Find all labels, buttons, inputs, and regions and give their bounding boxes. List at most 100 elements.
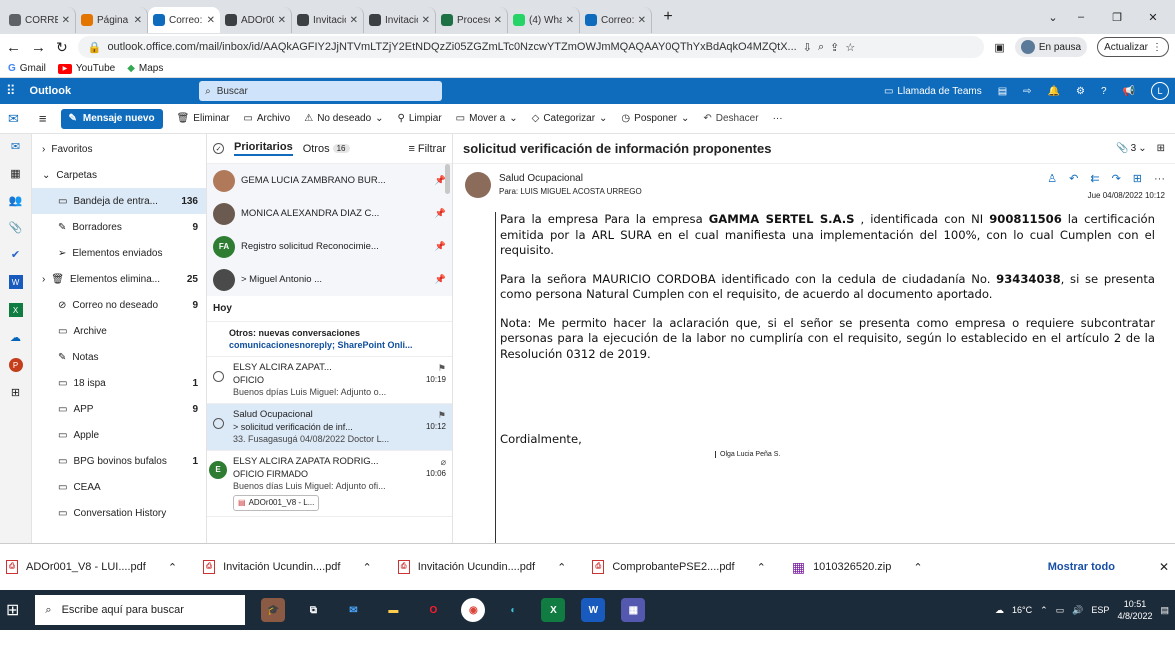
move-button[interactable]: ▭ Mover a ⌄: [456, 113, 518, 124]
message-item[interactable]: ELSY ALCIRA ZAPAT... ⚑ OFICIO 10:19 Buenos d…: [207, 357, 452, 404]
notification-bell-icon[interactable]: 🔔: [1048, 86, 1060, 97]
minimize-icon[interactable]: –: [1063, 11, 1099, 23]
more-actions-icon[interactable]: ···: [1154, 173, 1165, 185]
taskbar-search[interactable]: ⌕ Escribe aquí para buscar: [35, 595, 246, 625]
pinned-message[interactable]: > Miguel Antonio ... 📌: [207, 263, 452, 296]
bookmark-gmail[interactable]: G Gmail: [8, 63, 46, 74]
browser-tab[interactable]: Invitación ✕: [292, 7, 364, 33]
url-field[interactable]: 🔒 outlook.office.com/mail/inbox/id/AAQkA…: [77, 36, 985, 58]
hamburger-menu-icon[interactable]: ≡: [39, 111, 47, 126]
junk-button[interactable]: ⚠ No deseado ⌄: [304, 113, 383, 124]
sweep-button[interactable]: ⚲ Limpiar: [398, 113, 442, 124]
folder-item[interactable]: ▭ Archive: [32, 318, 206, 344]
folder-item[interactable]: ➢ Elementos enviados: [32, 240, 206, 266]
message-flag-icon[interactable]: ⚑: [438, 362, 446, 374]
bookmark-youtube[interactable]: ▶ YouTube: [57, 63, 115, 74]
people-icon[interactable]: 👥: [9, 194, 23, 207]
folder-item[interactable]: › 🗑 Elementos elimina... 25: [32, 266, 206, 292]
browser-tab[interactable]: Correo: Lu ✕: [580, 7, 652, 33]
tray-arrow-icon[interactable]: ⌃: [1040, 605, 1048, 616]
search-box[interactable]: ⌕ Buscar: [199, 81, 443, 101]
download-item[interactable]: ▦ 1010326520.zip ⌃: [792, 559, 923, 576]
new-tab-icon[interactable]: +: [656, 8, 680, 26]
close-tab-icon[interactable]: ✕: [422, 15, 430, 26]
word-taskbar-icon[interactable]: W: [581, 598, 606, 622]
share-icon[interactable]: ⇪: [830, 41, 839, 54]
tab-focused[interactable]: Prioritarios: [234, 141, 293, 156]
onedrive-icon[interactable]: ☁: [10, 331, 21, 344]
apps-icon[interactable]: ⊞: [11, 386, 20, 399]
close-downloads-icon[interactable]: ✕: [1159, 560, 1169, 574]
apps-grid-icon[interactable]: ⊞: [1133, 172, 1142, 185]
download-item[interactable]: ⎙ ADOr001_V8 - LUI....pdf ⌃: [6, 560, 177, 574]
browser-tab[interactable]: Página pri ✕: [76, 7, 148, 33]
browser-tab[interactable]: CORREO II ✕: [4, 7, 76, 33]
tab-other[interactable]: Otros 16: [303, 143, 350, 155]
folder-item[interactable]: ▭ 18 ispa 1: [32, 370, 206, 396]
message-list-scrollbar[interactable]: [445, 164, 450, 194]
folder-item[interactable]: ▭ APP 9: [32, 396, 206, 422]
undo-button[interactable]: ↶ Deshacer: [703, 113, 758, 124]
chevron-right-icon[interactable]: ›: [42, 274, 45, 285]
notifications-icon[interactable]: ▤: [1160, 605, 1169, 616]
task-view-icon[interactable]: ⧉: [301, 598, 325, 622]
chevron-up-icon[interactable]: ⌃: [168, 561, 177, 574]
chevron-up-icon[interactable]: ⌃: [757, 561, 766, 574]
mail-app-icon[interactable]: ✉: [341, 598, 365, 622]
windows-start-icon[interactable]: ⊞: [6, 600, 19, 620]
opera-icon[interactable]: O: [421, 598, 445, 622]
maximize-icon[interactable]: ❐: [1099, 11, 1135, 24]
settings-gear-icon[interactable]: ⚙: [1076, 86, 1085, 97]
download-item[interactable]: ⎙ ComprobantePSE2....pdf ⌃: [592, 560, 766, 574]
excel-icon[interactable]: X: [8, 303, 23, 317]
excel-taskbar-icon[interactable]: X: [541, 598, 566, 622]
bookmark-maps[interactable]: ◆ Maps: [127, 63, 163, 74]
close-tab-icon[interactable]: ✕: [278, 15, 286, 26]
mail-icon[interactable]: ✉: [8, 111, 19, 127]
file-explorer-icon[interactable]: ▬: [381, 598, 405, 622]
folder-item[interactable]: ▭ Conversation History: [32, 500, 206, 526]
network-icon[interactable]: ▭: [1056, 605, 1065, 616]
select-all-icon[interactable]: ✓: [213, 143, 224, 154]
chevron-up-icon[interactable]: ⌃: [362, 561, 371, 574]
teams-taskbar-icon[interactable]: ▦: [621, 598, 646, 622]
close-tab-icon[interactable]: ✕: [207, 15, 215, 26]
outlook-brand[interactable]: Outlook: [30, 85, 72, 97]
word-icon[interactable]: W: [8, 275, 23, 289]
delete-button[interactable]: 🗑 Eliminar: [177, 113, 230, 124]
reload-icon[interactable]: ↻: [56, 39, 68, 56]
download-item[interactable]: ⎙ Invitación Ucundin....pdf ⌃: [203, 560, 372, 574]
chrome-icon[interactable]: ◉: [461, 598, 486, 622]
more-options-icon[interactable]: ···: [773, 113, 783, 124]
close-tab-icon[interactable]: ✕: [134, 15, 142, 26]
pinned-message[interactable]: GEMA LUCIA ZAMBRANO BUR... 📌: [207, 164, 452, 197]
pin-icon[interactable]: 📌: [435, 208, 446, 219]
select-circle[interactable]: [213, 418, 224, 429]
show-all-button[interactable]: Mostrar todo: [1048, 561, 1115, 573]
widgets-icon[interactable]: 🎓: [261, 598, 286, 622]
close-tab-icon[interactable]: ✕: [638, 15, 646, 26]
edge-icon[interactable]: ◐: [501, 598, 525, 622]
other-conversations-notice[interactable]: Otros: nuevas conversaciones comunicacio…: [207, 322, 452, 357]
weather-icon[interactable]: ☁: [995, 605, 1004, 616]
back-icon[interactable]: ←: [6, 39, 21, 56]
update-button[interactable]: Actualizar ⋮: [1097, 37, 1169, 57]
favorites-header[interactable]: › Favoritos: [32, 136, 206, 162]
onenote-icon[interactable]: ▤: [998, 86, 1007, 97]
close-window-icon[interactable]: ✕: [1135, 11, 1171, 24]
folder-item[interactable]: ✎ Notas: [32, 344, 206, 370]
download-item[interactable]: ⎙ Invitación Ucundin....pdf ⌃: [397, 560, 566, 574]
volume-icon[interactable]: 🔊: [1072, 605, 1083, 616]
popout-icon[interactable]: ⊞: [1157, 143, 1165, 154]
powerpoint-icon[interactable]: P: [8, 358, 23, 372]
mail-app-icon[interactable]: ✉: [11, 140, 20, 153]
browser-tab[interactable]: Proceso d ✕: [436, 7, 508, 33]
new-message-button[interactable]: ✎ Mensaje nuevo: [60, 108, 163, 129]
paperclip-icon[interactable]: 📎: [9, 221, 23, 234]
archive-button[interactable]: ▭ Archivo: [243, 113, 290, 124]
forward-icon[interactable]: →: [31, 39, 46, 56]
folder-item[interactable]: ✎ Borradores 9: [32, 214, 206, 240]
feedback-icon[interactable]: ⇨: [1023, 86, 1031, 97]
calendar-icon[interactable]: ▦: [10, 167, 20, 180]
browser-tab[interactable]: ADOr001_ ✕: [220, 7, 292, 33]
